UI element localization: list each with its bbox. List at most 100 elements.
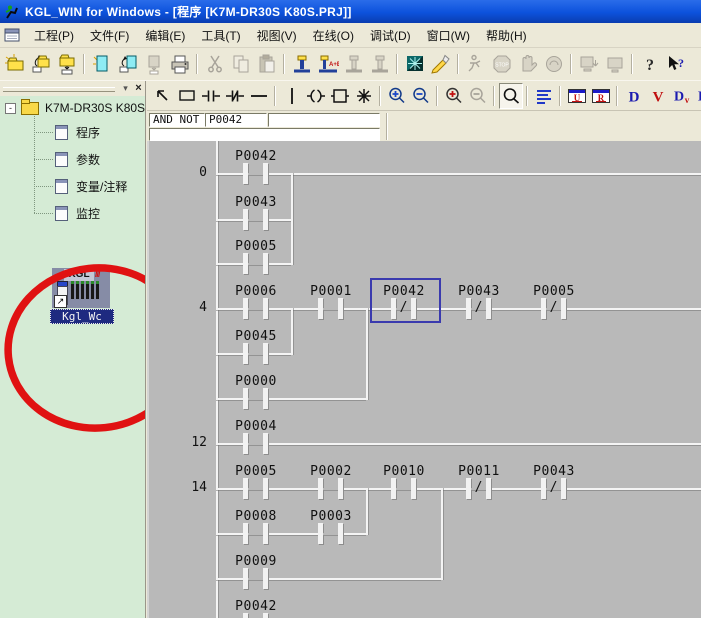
select-tool-button[interactable] [151,83,175,109]
scan-button[interactable] [541,50,567,78]
cut-button[interactable] [202,50,228,78]
contact-p0004-no[interactable] [243,433,268,454]
instruction-input-row[interactable] [149,128,380,141]
write-plc-button[interactable] [576,50,602,78]
menu-item-2[interactable]: 文件(F) [82,23,137,48]
new-project-button[interactable] [2,50,28,78]
open-project-button[interactable] [28,50,54,78]
contact-p0005-nc[interactable]: / [541,298,566,319]
branch-wire [366,488,368,535]
kgl-app-icon[interactable] [4,4,20,20]
contact-p0042-no[interactable] [243,163,268,184]
tree-item-3[interactable]: 变量/注释 [55,178,127,195]
svg-text:D: D [629,90,640,106]
contact-p0045-no[interactable] [243,343,268,364]
data-v-button[interactable]: V [646,83,670,109]
ladder-tool-4-button[interactable] [367,50,393,78]
contact-p0002-no[interactable] [318,478,343,499]
help-button[interactable]: ? [637,50,663,78]
contact-p0043-nc[interactable]: / [466,298,491,319]
save-project-button[interactable] [54,50,80,78]
read-plc-button[interactable] [602,50,628,78]
run-button[interactable] [463,50,489,78]
zoom-out-button[interactable] [409,83,433,109]
rect-tool-button[interactable] [175,83,199,109]
svg-text:v: v [685,95,690,105]
toolbar-separator [628,52,637,76]
tree-guide-line [34,116,36,213]
contact-p0006-no[interactable] [243,298,268,319]
menu-item-3[interactable]: 编辑(E) [137,23,193,48]
nc-contact-tool-button[interactable] [223,83,247,109]
special-coil-tool-button[interactable] [352,83,376,109]
pause-button[interactable] [515,50,541,78]
stop-button[interactable]: STOP [489,50,515,78]
magnifier-toggle-button[interactable] [499,83,523,109]
online-connect-button[interactable] [428,50,454,78]
output-box-tool-button[interactable] [328,83,352,109]
tree-item-label: 参数 [76,151,100,168]
toolbar-separator [376,84,385,108]
ladder-view-button[interactable] [289,50,315,78]
tree-root[interactable]: - K7M-DR30S K80S.PRJ [5,101,145,115]
new-file-button[interactable] [89,50,115,78]
vline-tool-button[interactable] [280,83,304,109]
contact-p0008-no[interactable] [243,523,268,544]
panel-chevron-button[interactable]: ▾ [119,82,132,95]
menu-item-9[interactable]: 帮助(H) [478,23,535,48]
contact-p0011-nc[interactable]: / [466,478,491,499]
expand-view-button[interactable] [442,83,466,109]
tree-expander-icon[interactable]: - [5,103,16,114]
contact-p0003-no[interactable] [318,523,343,544]
coil-tool-button[interactable] [304,83,328,109]
hline-tool-button[interactable] [247,83,271,109]
contact-p0042-no[interactable] [243,613,268,618]
tree-item-1[interactable]: 程序 [55,124,100,141]
no-contact-tool-button[interactable] [199,83,223,109]
panel-close-button[interactable]: × [132,82,145,95]
menu-item-5[interactable]: 视图(V) [249,23,305,48]
contact-p0001-no[interactable] [318,298,343,319]
tree-item-4[interactable]: 监控 [55,205,100,222]
menu-item-6[interactable]: 在线(O) [305,23,362,48]
contact-p0000-no[interactable] [243,388,268,409]
data-dc-button[interactable]: Dc [694,83,701,109]
kgl-desktop-shortcut[interactable]: KGL /// ↗ Kgl_Wc [52,268,110,323]
instruction-operator-field[interactable]: AND NOT [149,113,205,127]
tree-item-2[interactable]: 参数 [55,151,100,168]
instruction-extra-field[interactable] [268,113,380,127]
contact-p0010-no[interactable] [391,478,416,499]
context-help-button[interactable]: ? [663,50,689,78]
set-coil-button[interactable]: U [565,83,589,109]
il-view-button[interactable] [532,83,556,109]
collapse-view-button[interactable] [466,83,490,109]
data-d-button[interactable]: D [622,83,646,109]
data-dv-button[interactable]: Dv [670,83,694,109]
mnemonic-view-button[interactable]: A+B [315,50,341,78]
panel-grip-handle[interactable] [3,87,115,92]
menu-item-8[interactable]: 窗口(W) [419,23,478,48]
branch-wire [291,173,293,265]
ladder-tool-3-button[interactable] [341,50,367,78]
ladder-editor-canvas[interactable]: 0P0042P0043P00054P0006P0001P0042/P0043/P… [147,141,701,618]
paste-button[interactable] [254,50,280,78]
contact-p0009-no[interactable] [243,568,268,589]
menu-item-1[interactable]: 工程(P) [26,23,82,48]
print-button[interactable] [167,50,193,78]
contact-p0043-nc[interactable]: / [541,478,566,499]
mdi-child-icon[interactable] [4,28,21,43]
reset-coil-button[interactable]: R [589,83,613,109]
save-file-button[interactable] [141,50,167,78]
contact-p0043-no[interactable] [243,209,268,230]
copy-button[interactable] [228,50,254,78]
instruction-operand-field[interactable]: P0042 [205,113,267,127]
menu-item-4[interactable]: 工具(T) [193,23,248,48]
monitor-button[interactable] [402,50,428,78]
menu-item-7[interactable]: 调试(D) [362,23,419,48]
open-file-button[interactable] [115,50,141,78]
contact-label: P0002 [303,464,359,479]
project-panel-header: ▾ × [0,82,145,96]
contact-p0005-no[interactable] [243,478,268,499]
zoom-in-button[interactable] [385,83,409,109]
contact-p0005-no[interactable] [243,253,268,274]
